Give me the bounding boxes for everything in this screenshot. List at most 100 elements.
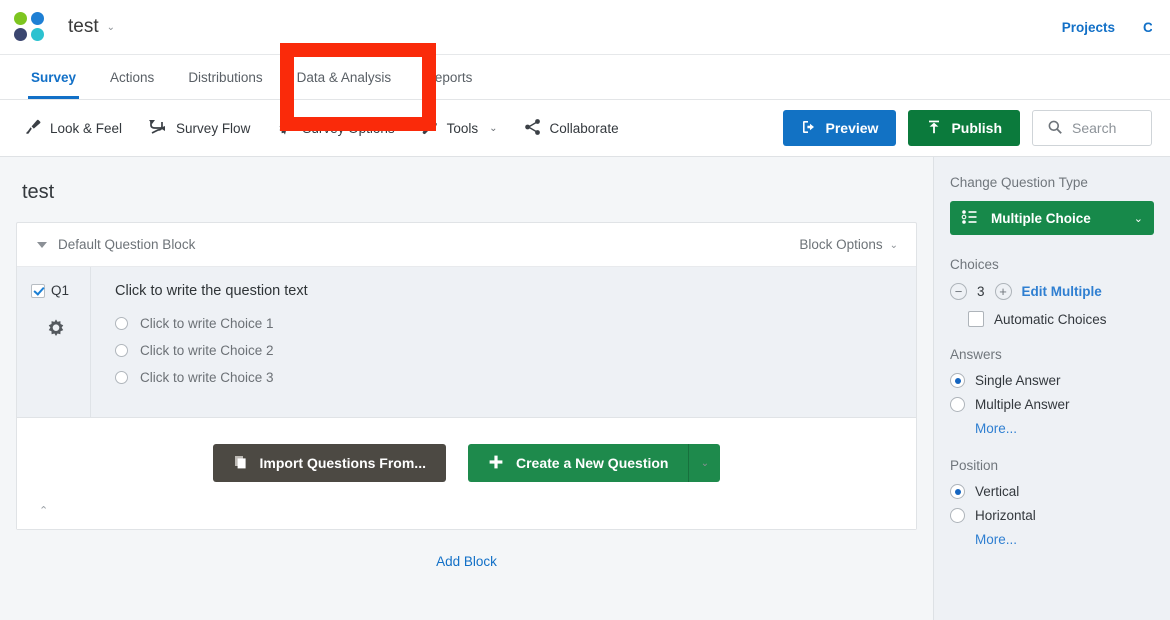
position-label: Position xyxy=(950,458,999,473)
paintbrush-icon xyxy=(24,118,42,139)
question-block-card: Default Question Block Block Options ⌄ Q… xyxy=(16,222,917,530)
choice-label: Click to write Choice 1 xyxy=(140,316,274,331)
question-properties-sidebar: Change Question Type Multiple Choice ⌄ C… xyxy=(933,157,1170,620)
qualtrics-logo-icon[interactable] xyxy=(14,12,46,42)
search-input[interactable]: Search xyxy=(1032,110,1152,146)
chevron-down-icon: ⌄ xyxy=(889,239,898,251)
clipped-header-link[interactable]: C xyxy=(1143,20,1152,35)
survey-options-button[interactable]: Survey Options xyxy=(276,118,395,139)
checkbox-unchecked-icon xyxy=(968,311,984,327)
toolbar-right-actions: Preview Publish Search xyxy=(782,110,1152,146)
collaborate-button[interactable]: Collaborate xyxy=(524,118,619,139)
radio-unselected-icon xyxy=(950,508,965,523)
copy-pages-icon xyxy=(233,454,249,473)
change-question-type-label: Change Question Type xyxy=(950,175,1088,190)
radio-unselected-icon xyxy=(115,344,128,357)
question-settings-gear-icon[interactable] xyxy=(45,318,90,345)
projects-link[interactable]: Projects xyxy=(1062,20,1115,35)
look-and-feel-label: Look & Feel xyxy=(50,120,123,136)
tab-actions-label: Actions xyxy=(110,69,155,85)
preview-button[interactable]: Preview xyxy=(782,110,897,146)
chevron-up-icon: ⌃ xyxy=(39,505,49,517)
survey-flow-button[interactable]: Survey Flow xyxy=(148,118,250,139)
project-title[interactable]: test ⌄ xyxy=(68,16,115,38)
block-collapse-toggle[interactable]: ⌃ xyxy=(17,500,916,529)
tools-button[interactable]: Tools ⌄ xyxy=(421,118,498,139)
position-option-vertical-label: Vertical xyxy=(975,484,1020,499)
answers-option-multiple[interactable]: Multiple Answer xyxy=(950,397,1154,412)
tab-actions[interactable]: Actions xyxy=(93,55,171,99)
position-option-vertical[interactable]: Vertical xyxy=(950,484,1154,499)
publish-label: Publish xyxy=(951,120,1002,136)
chevron-down-icon: ⌄ xyxy=(106,22,116,33)
import-questions-button[interactable]: Import Questions From... xyxy=(212,444,446,482)
choices-section: Choices − 3 + Edit Multiple Automatic Ch… xyxy=(950,257,1154,327)
tab-distributions[interactable]: Distributions xyxy=(171,55,279,99)
plus-icon xyxy=(488,454,504,473)
chevron-down-icon: ⌄ xyxy=(489,123,498,134)
choice-row[interactable]: Click to write Choice 2 xyxy=(115,343,896,358)
tab-data-and-analysis[interactable]: Data & Analysis xyxy=(280,55,409,99)
radio-unselected-icon xyxy=(950,397,965,412)
question-type-selector[interactable]: Multiple Choice ⌄ xyxy=(950,201,1154,235)
survey-flow-label: Survey Flow xyxy=(176,120,251,136)
collaborate-label: Collaborate xyxy=(549,120,619,136)
position-more-link[interactable]: More... xyxy=(975,532,1154,547)
tools-label: Tools xyxy=(446,120,479,136)
position-option-horizontal-label: Horizontal xyxy=(975,508,1036,523)
choice-row[interactable]: Click to write Choice 3 xyxy=(115,370,896,385)
answers-option-multiple-label: Multiple Answer xyxy=(975,397,1070,412)
look-and-feel-button[interactable]: Look & Feel xyxy=(24,118,122,139)
choices-decrement-button[interactable]: − xyxy=(950,283,967,300)
survey-action-toolbar: Look & Feel Survey Flow Survey Options T… xyxy=(0,100,1170,157)
choice-label: Click to write Choice 2 xyxy=(140,343,274,358)
block-header: Default Question Block Block Options ⌄ xyxy=(17,223,916,267)
position-option-horizontal[interactable]: Horizontal xyxy=(950,508,1154,523)
block-title[interactable]: Default Question Block xyxy=(58,237,195,252)
import-questions-label: Import Questions From... xyxy=(259,455,426,471)
logo-dot-navy xyxy=(14,28,27,41)
edit-multiple-link[interactable]: Edit Multiple xyxy=(1022,284,1102,299)
publish-button[interactable]: Publish xyxy=(908,110,1020,146)
answers-option-single[interactable]: Single Answer xyxy=(950,373,1154,388)
choices-increment-button[interactable]: + xyxy=(994,283,1012,300)
search-placeholder-text: Search xyxy=(1072,120,1117,136)
block-action-buttons: Import Questions From... Create a New Qu… xyxy=(17,418,916,500)
chevron-down-icon: ⌄ xyxy=(1133,212,1143,225)
radio-unselected-icon xyxy=(115,317,128,330)
page-title: test xyxy=(22,181,55,203)
add-block-link[interactable]: Add Block xyxy=(16,530,917,579)
header-nav-links: Projects C xyxy=(1062,20,1152,35)
tab-reports-label: Reports xyxy=(425,69,473,85)
block-options-button[interactable]: Block Options ⌄ xyxy=(799,237,898,252)
question-select-checkbox[interactable]: Q1 xyxy=(31,283,90,298)
automatic-choices-checkbox[interactable]: Automatic Choices xyxy=(968,311,1154,327)
checkbox-checked-icon[interactable] xyxy=(31,283,45,298)
question-tag-label: Q1 xyxy=(51,283,70,298)
tab-survey[interactable]: Survey xyxy=(14,55,93,99)
editor-body: test Default Question Block Block Option… xyxy=(0,157,1170,620)
question-text[interactable]: Click to write the question text xyxy=(115,283,896,299)
choice-label: Click to write Choice 3 xyxy=(140,370,274,385)
logo-dot-blue xyxy=(31,12,44,25)
triangle-down-icon[interactable] xyxy=(37,241,47,248)
create-new-question-label: Create a New Question xyxy=(515,455,669,471)
preview-label: Preview xyxy=(825,120,879,136)
question-gutter: Q1 xyxy=(17,267,91,417)
answers-label: Answers xyxy=(950,347,1002,362)
survey-options-label: Survey Options xyxy=(302,120,395,136)
question-row: Q1 Click to write the question text Clic… xyxy=(17,267,916,418)
radio-selected-icon xyxy=(950,484,965,499)
primary-tab-bar: Survey Actions Distributions Data & Anal… xyxy=(0,55,1170,100)
create-new-question-button[interactable]: Create a New Question xyxy=(467,444,689,482)
create-question-dropdown-button[interactable]: ⌄ xyxy=(688,444,721,482)
tab-reports[interactable]: Reports xyxy=(408,55,489,99)
radio-unselected-icon xyxy=(115,371,128,384)
choices-count-value: 3 xyxy=(977,284,985,299)
tab-survey-label: Survey xyxy=(31,69,77,85)
project-title-text: test xyxy=(68,16,99,37)
answers-more-link[interactable]: More... xyxy=(975,421,1154,436)
preview-export-icon xyxy=(801,119,817,138)
choice-row[interactable]: Click to write Choice 1 xyxy=(115,316,896,331)
gear-icon xyxy=(276,118,294,139)
